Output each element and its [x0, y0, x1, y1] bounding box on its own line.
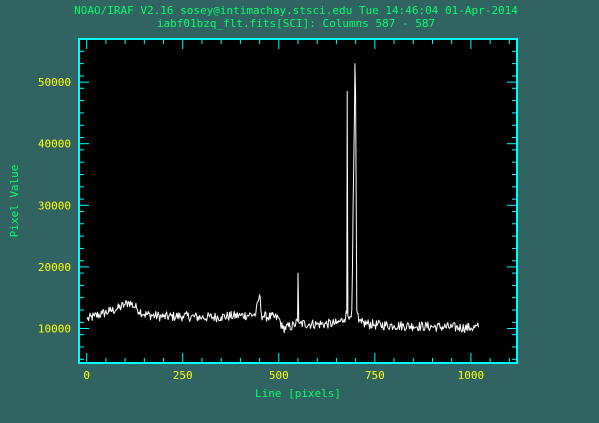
- y-tick-label: 10000: [38, 323, 71, 336]
- chart-title: iabf01bzq_flt.fits[SCI]: Columns 587 - 5…: [157, 17, 435, 30]
- y-tick-label: 50000: [38, 76, 71, 89]
- x-tick-label: 500: [269, 369, 289, 382]
- y-tick-label: 20000: [38, 261, 71, 274]
- y-axis-label: Pixel Value: [8, 165, 21, 238]
- y-tick-label: 40000: [38, 138, 71, 151]
- x-axis-label: Line [pixels]: [255, 387, 341, 400]
- iraf-plot-window: NOAO/IRAF V2.16 sosey@intimachay.stsci.e…: [0, 0, 599, 423]
- x-tick-label: 250: [173, 369, 193, 382]
- x-tick-label: 1000: [458, 369, 485, 382]
- x-tick-label: 0: [83, 369, 90, 382]
- x-tick-label: 750: [365, 369, 385, 382]
- y-tick-label: 30000: [38, 199, 71, 212]
- header-line-1: NOAO/IRAF V2.16 sosey@intimachay.stsci.e…: [74, 4, 518, 17]
